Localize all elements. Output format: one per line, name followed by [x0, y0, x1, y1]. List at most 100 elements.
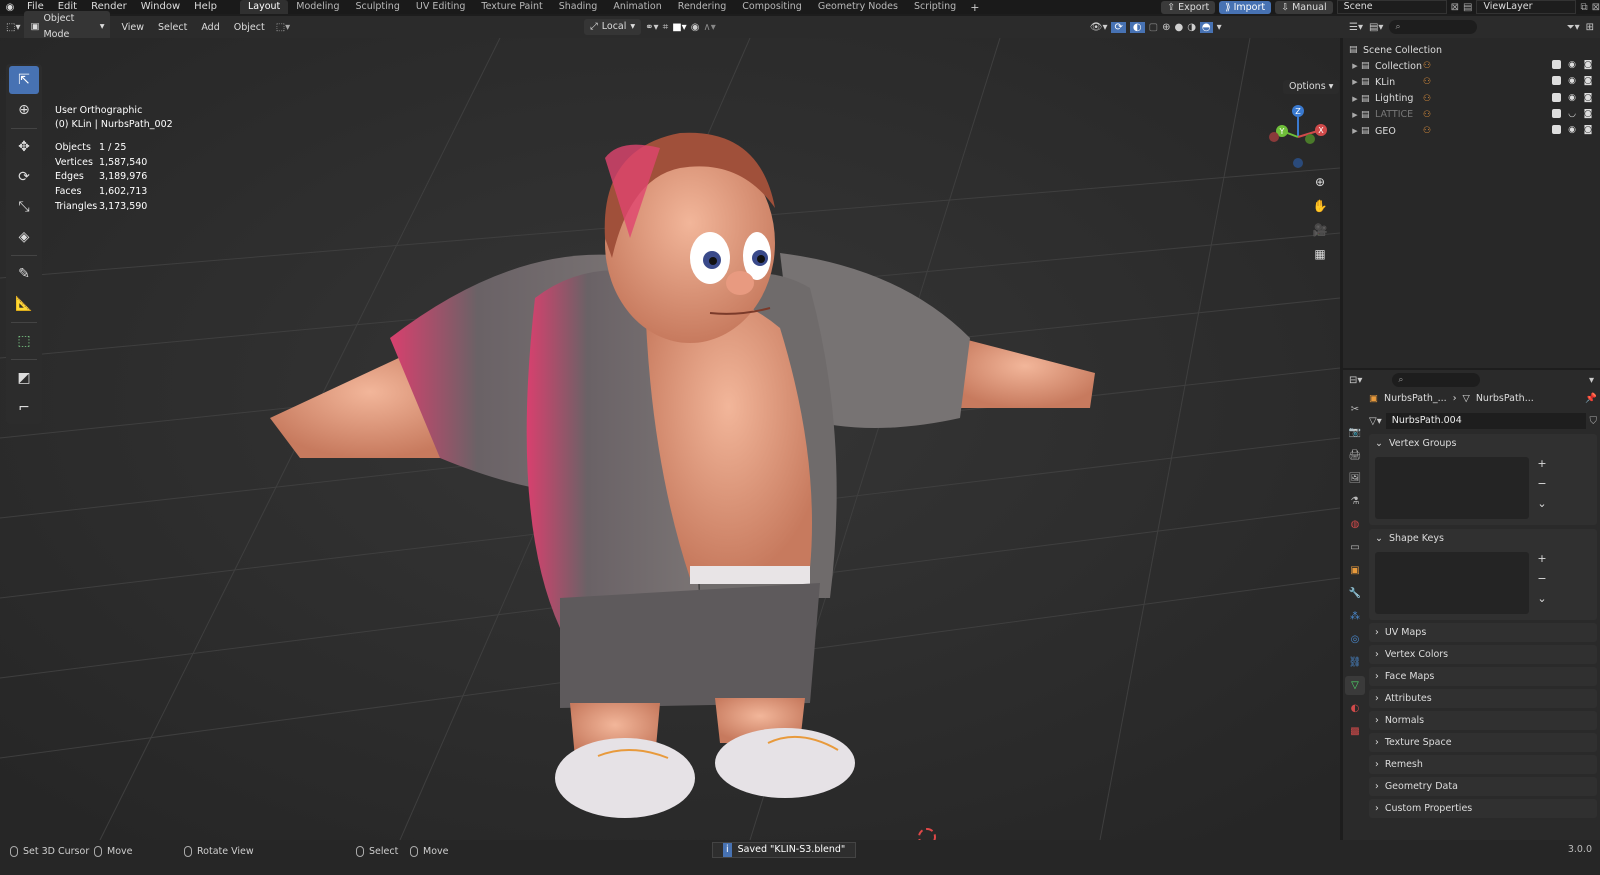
expand-triangle-icon[interactable]: ▶ — [1349, 111, 1361, 119]
viewlayer-selector[interactable]: ViewLayer — [1476, 0, 1577, 14]
panel-custom-properties[interactable]: › Custom Properties — [1369, 799, 1597, 818]
tab-texture-paint[interactable]: Texture Paint — [473, 0, 550, 14]
add-vertex-group-icon[interactable]: + — [1535, 457, 1549, 471]
shape-key-specials-icon[interactable]: ⌄ — [1535, 592, 1549, 606]
expand-triangle-icon[interactable]: ▶ — [1349, 127, 1361, 135]
camera-icon[interactable]: ◙ — [1582, 76, 1594, 88]
data-browse-icon[interactable]: ▽▾ — [1369, 416, 1382, 427]
eye-icon[interactable]: ◡ — [1566, 109, 1578, 121]
properties-options-icon[interactable]: ▾ — [1589, 375, 1594, 386]
add-cube-tool-icon[interactable]: ⬚ — [9, 327, 39, 355]
add-shape-key-icon[interactable]: + — [1535, 552, 1549, 566]
panel-remesh[interactable]: › Remesh — [1369, 755, 1597, 774]
pin-icon[interactable]: 📌 — [1585, 393, 1597, 404]
viewport-menu-add[interactable]: Add — [194, 22, 226, 33]
outliner-row[interactable]: ▶ ▤ LATTICE ⚇ ◡ ◙ — [1349, 107, 1600, 123]
remove-shape-key-icon[interactable]: − — [1535, 572, 1549, 586]
panel-geometry-data[interactable]: › Geometry Data — [1369, 777, 1597, 796]
panel-attributes[interactable]: › Attributes — [1369, 689, 1597, 708]
3d-cursor-icon[interactable] — [918, 828, 936, 840]
overlay-toggle-icon[interactable]: ◐ — [1129, 21, 1145, 33]
display-mode-icon[interactable]: ▤▾ — [1369, 22, 1383, 33]
shading-material-icon[interactable]: ◑ — [1187, 22, 1196, 33]
shape-keys-list[interactable] — [1375, 552, 1529, 614]
falloff-icon[interactable]: ∧▾ — [703, 22, 715, 33]
saved-notification[interactable]: i Saved "KLIN-S3.blend" — [712, 842, 857, 858]
expand-triangle-icon[interactable]: ▶ — [1349, 95, 1361, 103]
transform-orientation-dropdown[interactable]: ⤢ Local ▾ — [584, 19, 642, 35]
menu-window[interactable]: Window — [134, 0, 187, 14]
shading-solid-icon[interactable]: ● — [1174, 22, 1183, 33]
gizmo-toggle-icon[interactable]: ⟳ — [1111, 21, 1126, 33]
menu-help[interactable]: Help — [187, 0, 224, 14]
eye-icon[interactable]: ◉ — [1566, 93, 1578, 105]
tab-modeling[interactable]: Modeling — [288, 0, 347, 14]
panel-texture-space[interactable]: › Texture Space — [1369, 733, 1597, 752]
shading-wireframe-icon[interactable]: ⊕ — [1162, 22, 1170, 33]
panel-normals[interactable]: › Normals — [1369, 711, 1597, 730]
eye-icon[interactable]: ◉ — [1566, 125, 1578, 137]
viewport-menu-select[interactable]: Select — [151, 22, 194, 33]
scene-selector[interactable]: Scene — [1336, 0, 1447, 14]
rotate-tool-icon[interactable]: ⟳ — [9, 163, 39, 191]
data-name-field[interactable]: NurbsPath.004 — [1385, 413, 1586, 429]
particles-tab-icon[interactable]: ⁂ — [1345, 607, 1365, 626]
tab-scripting[interactable]: Scripting — [906, 0, 964, 14]
shading-options-icon[interactable]: ▾ — [1217, 22, 1222, 33]
view-layer-tab-icon[interactable]: 🖼 — [1345, 469, 1365, 488]
proportional-edit-icon[interactable]: ◉ — [691, 22, 700, 33]
add-workspace-button[interactable]: + — [964, 1, 985, 14]
exclude-checkbox[interactable] — [1550, 108, 1562, 121]
collection-tab-icon[interactable]: ▭ — [1345, 538, 1365, 557]
texture-tab-icon[interactable]: ▩ — [1345, 722, 1365, 741]
exclude-checkbox[interactable] — [1550, 76, 1562, 88]
remove-viewlayer-icon[interactable]: ⊠ — [1592, 2, 1600, 13]
outliner-row[interactable]: ▶ ▤ Lighting ⚇ ◉ ◙ — [1349, 91, 1600, 107]
snap-icon[interactable]: ⌗ — [663, 22, 669, 33]
tab-geometry-nodes[interactable]: Geometry Nodes — [810, 0, 906, 14]
tab-compositing[interactable]: Compositing — [734, 0, 810, 14]
tool-9-icon[interactable]: ⌐ — [9, 394, 39, 422]
xray-icon[interactable]: ▢ — [1149, 22, 1158, 33]
remove-vertex-group-icon[interactable]: − — [1535, 477, 1549, 491]
exclude-checkbox[interactable] — [1550, 60, 1562, 72]
manual-button[interactable]: ⇩ Manual — [1275, 0, 1333, 14]
visibility-icon[interactable]: 👁▾ — [1090, 22, 1108, 33]
camera-icon[interactable]: ◙ — [1582, 109, 1594, 121]
object-tab-icon[interactable]: ▣ — [1345, 561, 1365, 580]
shape-keys-header[interactable]: ⌄ Shape Keys — [1369, 529, 1597, 548]
copy-viewlayer-icon[interactable]: ⧉ — [1580, 2, 1587, 13]
tab-shading[interactable]: Shading — [551, 0, 606, 14]
scene-collection-row[interactable]: ▤ Scene Collection — [1349, 42, 1600, 58]
cursor-tool-icon[interactable]: ⊕ — [9, 96, 39, 124]
3d-viewport[interactable]: User Orthographic (0) KLin | NurbsPath_0… — [0, 38, 1340, 840]
vertex-group-specials-icon[interactable]: ⌄ — [1535, 497, 1549, 511]
eye-icon[interactable]: ◉ — [1566, 76, 1578, 88]
outliner-row[interactable]: ▶ ▤ KLin ⚇ ◉ ◙ — [1349, 74, 1600, 90]
material-tab-icon[interactable]: ◐ — [1345, 699, 1365, 718]
physics-tab-icon[interactable]: ◎ — [1345, 630, 1365, 649]
exclude-checkbox[interactable] — [1550, 125, 1562, 137]
move-tool-icon[interactable]: ✥ — [9, 133, 39, 161]
filter-icon[interactable]: ⏷▾ — [1567, 22, 1580, 33]
select-box-tool-icon[interactable]: ⇱ — [9, 66, 39, 94]
camera-icon[interactable]: ◙ — [1582, 60, 1594, 72]
export-button[interactable]: ⇪ Export — [1161, 0, 1216, 14]
outliner-editor-icon[interactable]: ☰▾ — [1349, 22, 1363, 33]
tab-rendering[interactable]: Rendering — [670, 0, 735, 14]
shading-rendered-icon[interactable]: ◓ — [1199, 21, 1213, 33]
toggle-box-icon[interactable]: ⬚▾ — [276, 22, 290, 33]
panel-vertex-colors[interactable]: › Vertex Colors — [1369, 645, 1597, 664]
zoom-icon[interactable]: ⊕ — [1311, 173, 1329, 191]
expand-triangle-icon[interactable]: ▶ — [1349, 62, 1361, 70]
fake-user-icon[interactable]: ⛉ — [1590, 416, 1598, 427]
vertex-groups-header[interactable]: ⌄ Vertex Groups — [1369, 434, 1597, 453]
tab-sculpting[interactable]: Sculpting — [347, 0, 407, 14]
world-tab-icon[interactable]: ◍ — [1345, 515, 1365, 534]
tab-uv-editing[interactable]: UV Editing — [408, 0, 474, 14]
properties-search-input[interactable]: ⌕ — [1392, 373, 1481, 387]
measure-tool-icon[interactable]: 📐 — [9, 290, 39, 318]
eye-icon[interactable]: ◉ — [1566, 60, 1578, 72]
editor-type-icon[interactable]: ⬚▾ — [6, 22, 20, 33]
viewport-menu-view[interactable]: View — [114, 22, 151, 33]
